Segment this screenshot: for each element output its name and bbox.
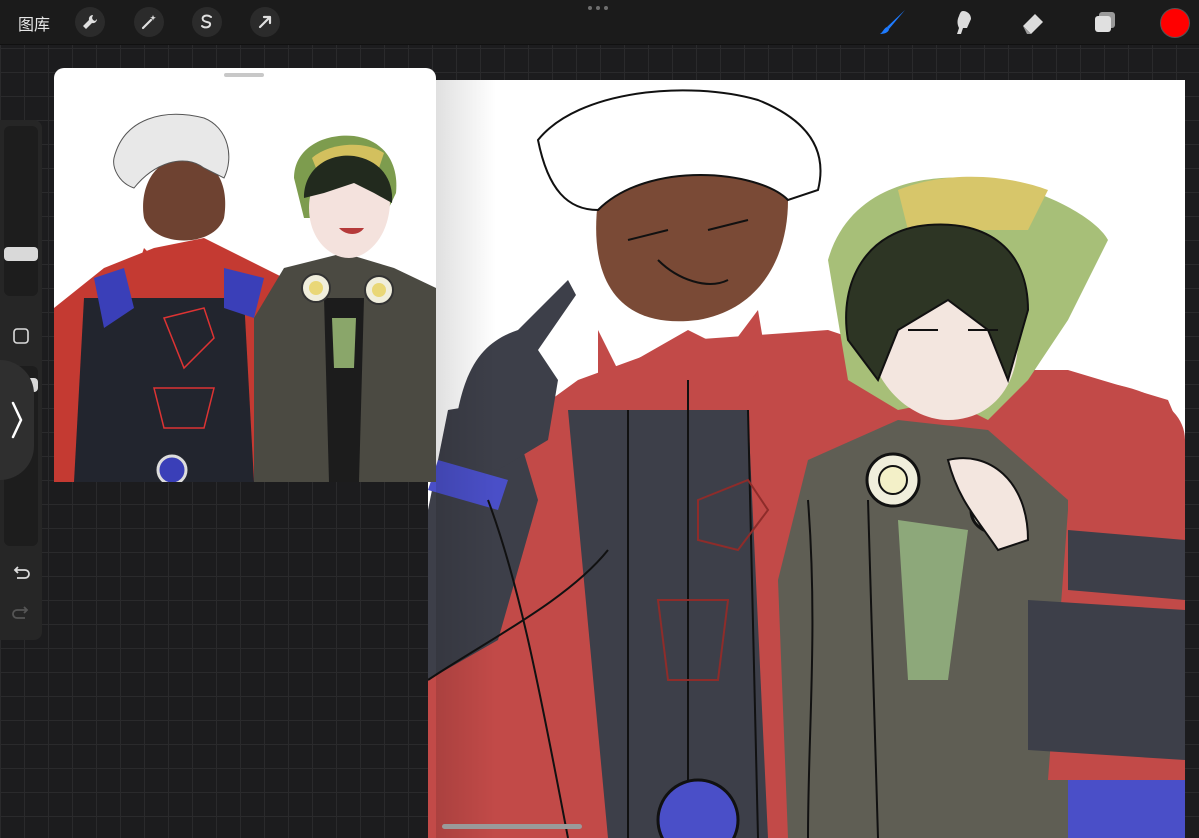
chevron-right-icon	[11, 401, 23, 439]
selection-button[interactable]	[192, 7, 222, 37]
wrench-icon	[83, 14, 98, 29]
smudge-tool-button[interactable]	[948, 7, 978, 37]
redo-icon	[12, 606, 29, 619]
reference-window-handle[interactable]	[224, 73, 264, 77]
reference-window[interactable]	[54, 68, 436, 482]
drag-handle[interactable]	[588, 6, 608, 10]
color-picker-button[interactable]	[1160, 8, 1190, 38]
selection-icon	[201, 14, 212, 29]
eraser-icon	[1023, 14, 1043, 34]
layers-icon	[1095, 12, 1115, 32]
brush-tool-button[interactable]	[878, 7, 908, 37]
adjustments-button[interactable]	[134, 7, 164, 37]
transform-button[interactable]	[250, 7, 280, 37]
undo-icon	[13, 566, 30, 579]
brush-size-thumb[interactable]	[4, 247, 38, 261]
home-indicator	[442, 824, 582, 829]
square-modify-icon	[13, 328, 29, 344]
redo-button[interactable]	[0, 600, 42, 628]
transform-arrow-icon	[258, 15, 272, 29]
eraser-tool-button[interactable]	[1018, 7, 1048, 37]
brush-icon	[880, 10, 905, 34]
magic-wand-icon	[141, 15, 156, 30]
canvas-edge-shadow	[436, 80, 496, 838]
smudge-icon	[957, 11, 971, 34]
layers-button[interactable]	[1090, 7, 1120, 37]
actions-button[interactable]	[75, 7, 105, 37]
drawing-canvas[interactable]	[428, 80, 1185, 838]
sketch-artwork	[428, 89, 1185, 838]
reference-image	[54, 113, 436, 482]
top-toolbar: 图库	[0, 0, 1199, 45]
brush-size-slider[interactable]	[4, 126, 38, 296]
gallery-button[interactable]: 图库	[18, 11, 50, 35]
undo-button[interactable]	[0, 560, 42, 588]
sidebar-toggle[interactable]	[0, 360, 34, 480]
modify-button[interactable]	[0, 320, 42, 352]
